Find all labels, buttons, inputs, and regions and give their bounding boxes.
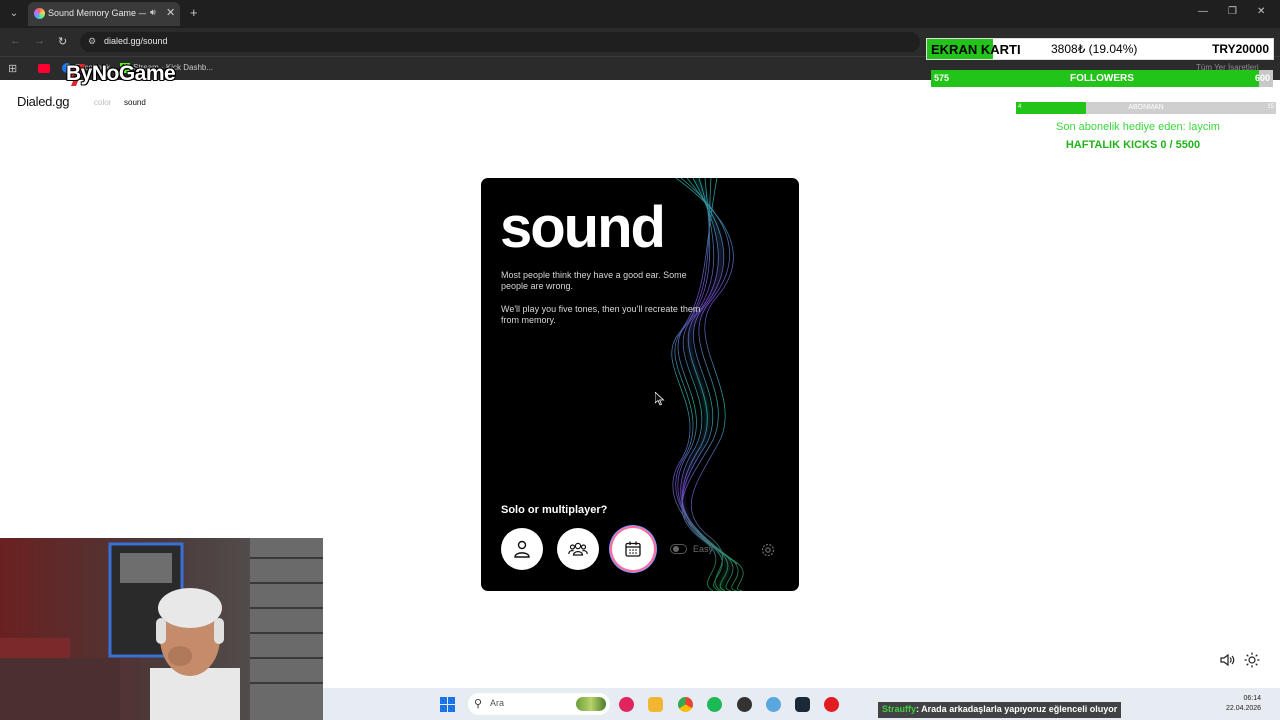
subscription-goal-bar: 4 ABONMAN 15 [1016, 102, 1276, 114]
windows-start-icon[interactable] [440, 697, 455, 712]
settings-icon[interactable] [760, 542, 776, 558]
music-app-icon[interactable] [619, 697, 634, 712]
donation-goal-value: 3808₺ (19.04%) [1051, 42, 1138, 56]
intro-text-2: We'll play you five tones, then you'll r… [501, 304, 701, 325]
site-logo[interactable]: Dialed.gg [17, 94, 70, 109]
easy-mode-label: Easy [693, 544, 714, 554]
group-icon [568, 542, 588, 556]
game-title: sound [500, 195, 666, 260]
donation-goal-label: EKRAN KARTI [931, 42, 1021, 57]
solo-button[interactable] [501, 528, 543, 570]
person-icon [514, 540, 530, 558]
taskbar-search-input[interactable]: ⚲ Ara [468, 693, 610, 715]
intro-text-1: Most people think they have a good ear. … [501, 270, 687, 291]
search-highlight-image [576, 697, 606, 711]
multiplayer-button[interactable] [557, 528, 599, 570]
stream-chat-message: Strauffy: Arada arkadaşlarla yapıyoruz e… [878, 702, 1122, 718]
chrome-icon[interactable] [678, 697, 693, 712]
webcam-overlay [0, 538, 323, 720]
donation-goal-bar: EKRAN KARTI 3808₺ (19.04%) TRY20000 [926, 38, 1274, 60]
followers-label: FOLLOWERS [1070, 73, 1134, 84]
search-icon: ⚲ [474, 698, 483, 710]
site-favicon-icon [34, 8, 45, 19]
calendar-icon [625, 541, 641, 557]
subscription-label: ABONMAN [1128, 104, 1164, 111]
chat-text: : Arada arkadaşlarla yapıyoruz eğlenceli… [916, 704, 1118, 714]
spotify-icon[interactable] [707, 697, 722, 712]
subscription-goal: 15 [1267, 104, 1274, 110]
obs-icon[interactable] [737, 697, 752, 712]
volume-icon[interactable] [1219, 652, 1235, 668]
steam-icon[interactable] [795, 697, 810, 712]
nav-sound-link[interactable]: sound [124, 98, 146, 107]
new-tab-icon[interactable]: + [190, 5, 198, 20]
daily-challenge-button[interactable] [612, 528, 654, 570]
browser-tab[interactable]: Sound Memory Game — H 🔊︎ ✕ [28, 2, 180, 26]
taskbar-search-placeholder: Ara [490, 698, 505, 708]
followers-goal: 600 [1254, 73, 1270, 83]
tab-close-icon[interactable]: ✕ [166, 6, 175, 19]
url-input[interactable]: ⚙︎ dialed.gg/sound [80, 32, 920, 52]
chat-username: Strauffy [882, 704, 917, 714]
streamer-webcam-image [0, 538, 323, 720]
file-explorer-icon[interactable] [648, 697, 663, 712]
sound-game-card: sound Most people think they have a good… [481, 178, 799, 591]
nav-color-link[interactable]: color [94, 98, 111, 107]
url-text: dialed.gg/sound [104, 36, 168, 46]
tab-title: Sound Memory Game — H [48, 8, 146, 18]
followers-goal-bar: 575 FOLLOWERS 600 [931, 70, 1273, 87]
mode-question: Solo or multiplayer? [501, 504, 608, 516]
stream-logo: ByNoGame [66, 62, 176, 85]
donation-goal-target: TRY20000 [1212, 42, 1269, 56]
minimize-icon[interactable]: — [1198, 6, 1208, 17]
restore-icon[interactable]: ❐ [1228, 6, 1237, 17]
window-close-icon[interactable]: ✕ [1257, 6, 1265, 17]
windows-taskbar: ⚲ Ara [323, 688, 1280, 720]
theme-sun-icon[interactable] [1244, 652, 1260, 668]
speaker-icon[interactable]: 🔊︎ [150, 7, 156, 18]
clock-date: 22.04.2026 [1226, 705, 1262, 712]
system-clock: 06:14 22.04.2026 [1226, 694, 1261, 714]
easy-mode-toggle[interactable] [670, 544, 687, 554]
reload-icon[interactable]: ↻ [58, 35, 67, 48]
browser-tab-bar: ⌄ Sound Memory Game — H 🔊︎ ✕ + — ❐ ✕ [0, 0, 1280, 28]
weekly-kicks-text: HAFTALIK KICKS 0 / 5500 [1065, 139, 1201, 151]
mouse-cursor-icon [655, 392, 665, 406]
gift-sub-text: Son abonelik hediye eden: laycim [1056, 121, 1220, 133]
settings-app-icon[interactable] [766, 697, 781, 712]
toggle-knob [673, 546, 679, 552]
apps-grid-icon[interactable]: ⊞ [8, 62, 17, 75]
clock-time: 06:14 [1243, 695, 1262, 702]
tab-search-chevron-icon[interactable]: ⌄ [6, 6, 22, 22]
recording-app-icon[interactable] [824, 697, 839, 712]
back-icon[interactable]: ← [10, 35, 21, 47]
site-info-icon[interactable]: ⚙︎ [88, 36, 96, 47]
youtube-icon[interactable] [38, 64, 50, 73]
forward-icon[interactable]: → [34, 35, 45, 47]
